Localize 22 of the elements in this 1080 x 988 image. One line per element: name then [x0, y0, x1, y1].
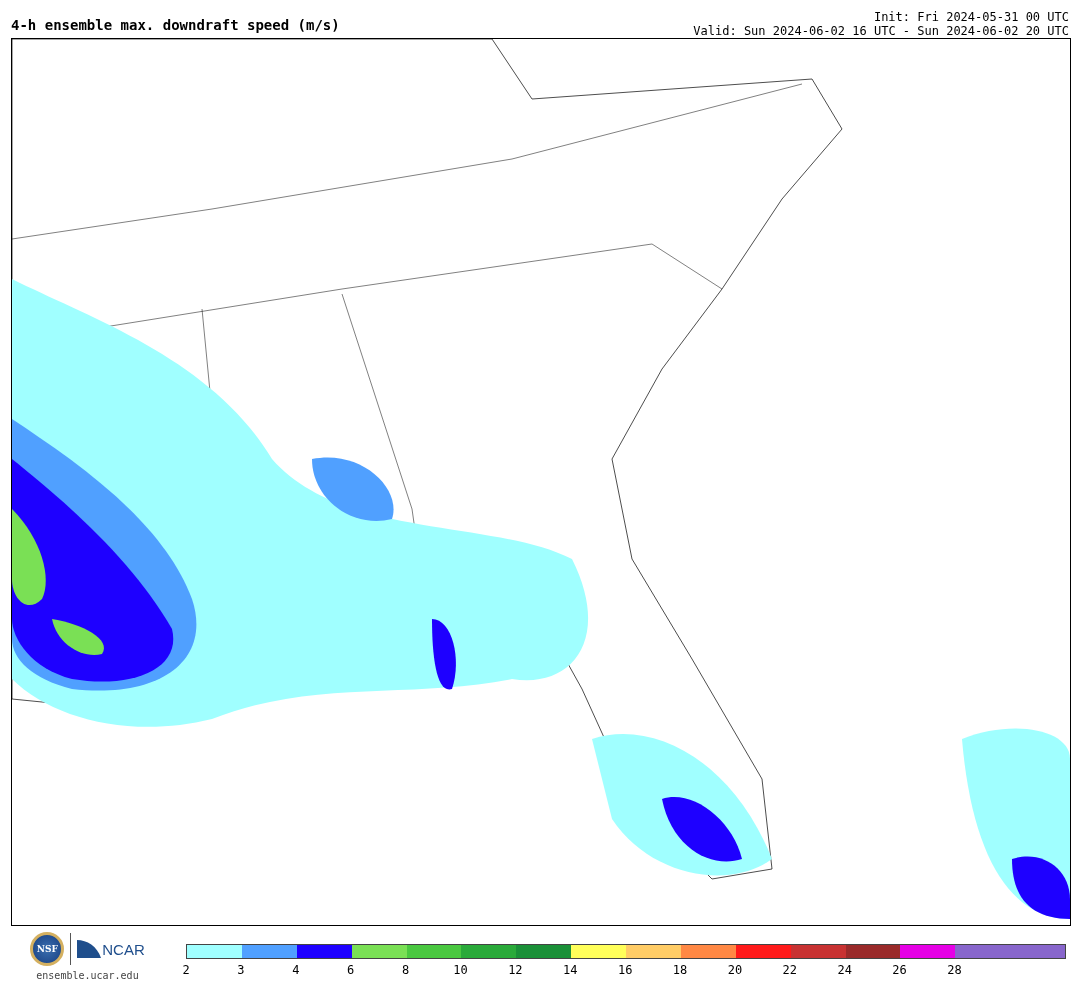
- chart-title: 4-h ensemble max. downdraft speed (m/s): [11, 16, 340, 34]
- colorbar-label: 12: [508, 963, 523, 977]
- colorbar-label: 2: [182, 963, 190, 977]
- colorbar-label: 18: [672, 963, 688, 977]
- arc-logo-icon: [77, 940, 102, 958]
- init-time: Init: Fri 2024-05-31 00 UTC: [873, 10, 1069, 24]
- colorbar-label: 20: [727, 963, 743, 977]
- org-logo-text: NCAR: [102, 940, 145, 958]
- colorbar-label: 14: [563, 963, 578, 977]
- colorbar-label: 24: [837, 963, 852, 977]
- colorbar-label: 3: [237, 963, 245, 977]
- colorbar-label: 26: [892, 963, 907, 977]
- website-text: ensemble.ucar.edu: [36, 970, 139, 981]
- colorbar-label: 10: [453, 963, 468, 977]
- colorbar-label: 16: [617, 963, 633, 977]
- colorbar-label: 22: [782, 963, 798, 977]
- colorbar-label: 6: [347, 963, 355, 977]
- colorbar-label: 8: [401, 963, 410, 977]
- valid-time: Valid: Sun 2024-06-02 16 UTC - Sun 2024-06-02 20 UTC: [693, 24, 1069, 38]
- colorbar-label: 28: [947, 963, 962, 977]
- colorbar-label: 4: [292, 963, 300, 977]
- seal-logo: NSF: [30, 932, 65, 966]
